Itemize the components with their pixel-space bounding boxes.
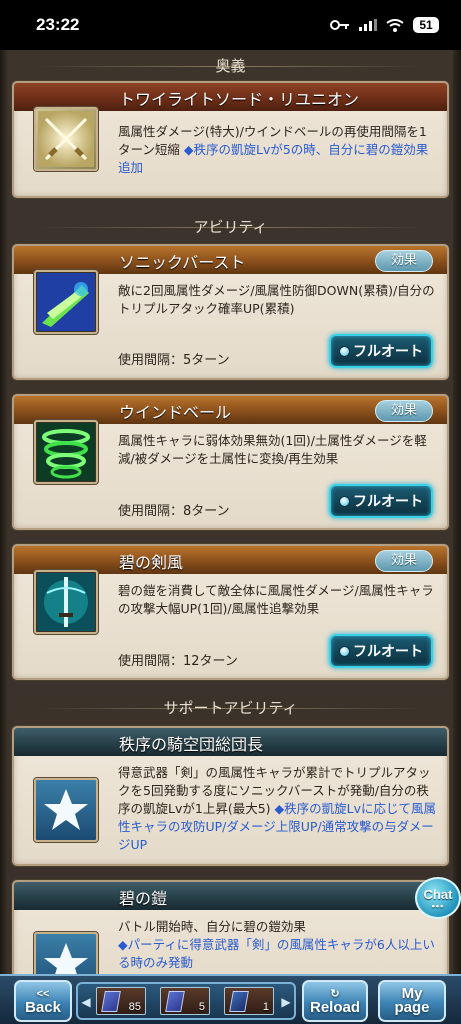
wind-veil-icon <box>34 420 98 484</box>
quick-right-arrow-icon[interactable]: ▶ <box>280 992 292 1012</box>
tome-icon <box>229 991 249 1012</box>
tome-icon <box>101 991 121 1012</box>
star-icon <box>34 778 98 842</box>
reload-button[interactable]: ↻ Reload <box>302 980 368 1022</box>
ability-description: 風属性キャラに弱体効果無効(1回)/土属性ダメージを軽減/被ダメージを土属性に変… <box>118 433 427 466</box>
ability-section-header: アビリティ <box>8 216 453 240</box>
fullauto-button[interactable]: フルオート <box>329 334 433 368</box>
quick-left-arrow-icon[interactable]: ◀ <box>80 992 92 1012</box>
support-title-bar <box>14 882 447 910</box>
back-button[interactable]: << Back <box>14 980 72 1022</box>
ability-description: 碧の鎧を消費して敵全体に風属性ダメージ/風属性キャラの攻撃大幅UP(1回)/風属… <box>118 583 434 616</box>
battery-icon: 51 <box>413 17 439 33</box>
wifi-icon <box>386 18 404 32</box>
ability-title: ソニックバースト <box>119 253 246 272</box>
game-frame: 奥義 トワイライトソード・リユニオン 風属性ダメージ(特大)/ウインドベールの再… <box>0 50 461 974</box>
chat-button[interactable]: Chat ••• <box>415 877 461 919</box>
fullauto-button[interactable]: フルオート <box>329 634 433 668</box>
effect-button[interactable]: 効果 <box>375 550 433 572</box>
quick-item-slot[interactable]: 1 <box>224 987 274 1015</box>
ability-card-sonic-burst: ソニックバースト 効果 敵に2回風属性ダメージ/風属性防御DOWN(累積)/自分… <box>12 244 449 380</box>
sword-wind-icon <box>34 570 98 634</box>
status-bar: 23:22 51 <box>0 0 461 50</box>
support-description: 得意武器「剣」の風属性キャラが累計でトリプルアタックを5回発動する度にソニックバ… <box>118 765 436 852</box>
fullauto-dot-icon <box>339 645 350 657</box>
ougi-card: トワイライトソード・リユニオン 風属性ダメージ(特大)/ウインドベールの再使用間… <box>12 81 449 198</box>
ability-title: ウインドベール <box>119 403 232 422</box>
key-icon <box>330 20 349 30</box>
effect-button[interactable]: 効果 <box>375 400 433 422</box>
support-title: 碧の鎧 <box>119 889 168 908</box>
status-icons: 51 <box>330 17 439 33</box>
support-description: バトル開始時、自分に碧の鎧効果 ◆パーティに得意武器「剣」の風属性キャラが6人以… <box>118 919 435 970</box>
ability-cooldown: 使用間隔：5ターン <box>118 353 230 368</box>
support-card-order-leader: 秩序の騎空団総団長 得意武器「剣」の風属性キャラが累計でトリプルアタックを5回発… <box>12 726 449 866</box>
fullauto-dot-icon <box>339 345 350 357</box>
support-title: 秩序の騎空団総団長 <box>119 735 264 754</box>
mypage-button[interactable]: My page <box>378 980 446 1022</box>
quick-item-slot[interactable]: 85 <box>96 987 146 1015</box>
crossed-swords-icon <box>34 107 98 171</box>
support-section-header: サポートアビリティ <box>8 697 453 721</box>
ougi-title: トワイライトソード・リユニオン <box>119 90 360 109</box>
bottom-nav: << Back ◀ 85 5 1 ▶ ↻ Reload My page <box>0 974 461 1024</box>
tome-icon <box>165 991 185 1012</box>
ability-title: 碧の剣風 <box>119 553 184 572</box>
ability-description: 敵に2回風属性ダメージ/風属性防御DOWN(累積)/自分のトリプルアタック確率U… <box>118 283 435 316</box>
ability-card-wind-veil: ウインドベール 効果 風属性キャラに弱体効果無効(1回)/土属性ダメージを軽減/… <box>12 394 449 530</box>
ability-card-aoi-no-kenpu: 碧の剣風 効果 碧の鎧を消費して敵全体に風属性ダメージ/風属性キャラの攻撃大幅U… <box>12 544 449 680</box>
sonic-burst-icon <box>34 270 98 334</box>
quick-item-bar: ◀ 85 5 1 ▶ <box>76 982 296 1020</box>
quick-item-slot[interactable]: 5 <box>160 987 210 1015</box>
signal-icon <box>359 19 377 31</box>
fullauto-button[interactable]: フルオート <box>329 484 433 518</box>
fullauto-dot-icon <box>339 495 350 507</box>
ougi-section-header: 奥義 <box>8 55 453 79</box>
support-card-aoi-armor: 碧の鎧 バトル開始時、自分に碧の鎧効果 ◆パーティに得意武器「剣」の風属性キャラ… <box>12 880 449 974</box>
effect-button[interactable]: 効果 <box>375 250 433 272</box>
ougi-description: 風属性ダメージ(特大)/ウインドベールの再使用間隔を1ターン短縮 ◆秩序の凱旋L… <box>118 124 429 175</box>
ability-cooldown: 使用間隔：8ターン <box>118 504 230 519</box>
ability-cooldown: 使用間隔：12ターン <box>118 654 238 669</box>
star-icon <box>34 932 98 974</box>
status-time: 23:22 <box>36 15 80 34</box>
